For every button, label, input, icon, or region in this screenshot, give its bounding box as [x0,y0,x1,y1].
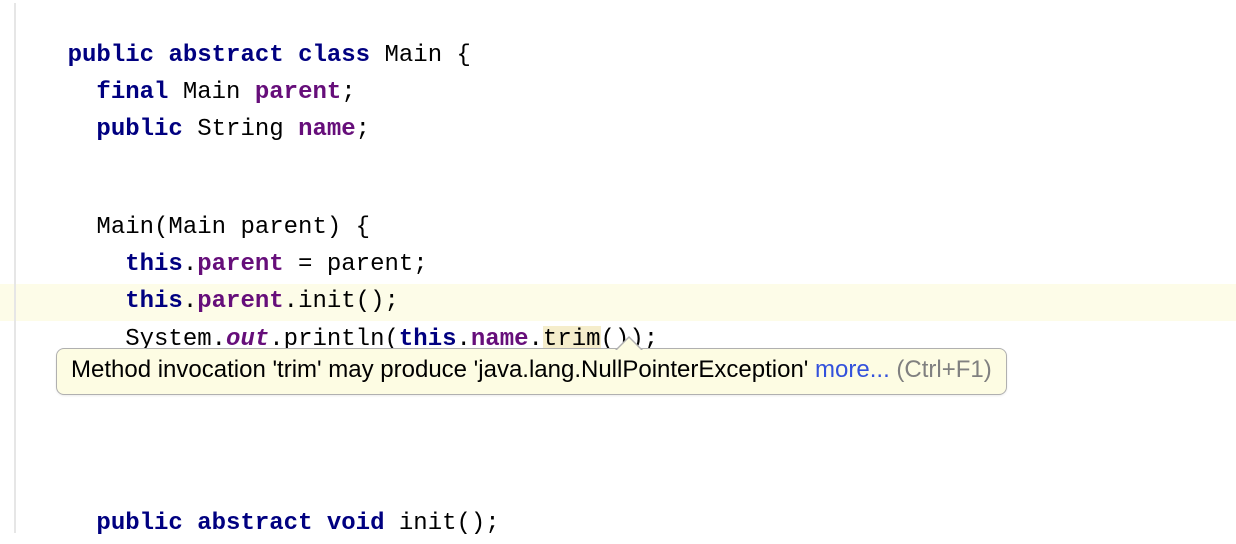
code-line[interactable]: } [0,505,1236,544]
code-editor[interactable]: public abstract class Main { final Main … [0,0,1236,544]
type-string: String [183,116,298,143]
tooltip-shortcut: (Ctrl+F1) [890,356,992,383]
inspection-tooltip[interactable]: Method invocation 'trim' may produce 'ja… [56,348,1007,395]
tooltip-more-link[interactable]: more... [815,356,890,383]
semicolon: ; [356,116,370,143]
code-line[interactable]: public String name; [0,74,1236,185]
tooltip-message: Method invocation 'trim' may produce 'ja… [71,356,815,383]
field-name: name [298,116,356,143]
keyword-public: public [96,116,182,143]
